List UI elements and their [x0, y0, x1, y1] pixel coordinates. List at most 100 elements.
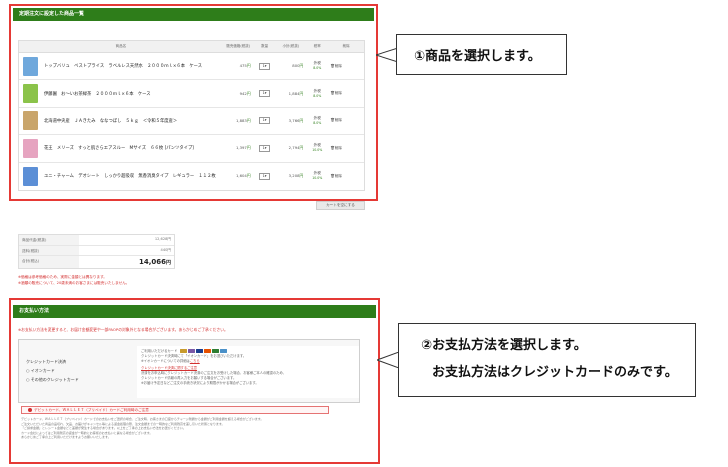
totals-row: 送料(税抜) 440円 [19, 245, 174, 257]
yen-unit: 円 [246, 90, 251, 96]
quantity-select[interactable]: 1▾ [259, 172, 271, 180]
quantity-select[interactable]: 1▾ [259, 90, 271, 98]
unit-price-value: 1,883 [235, 117, 247, 123]
card-info-text: ※イオンカードについての詳細は [141, 359, 190, 363]
delete-button[interactable]: 🗑削除 [328, 146, 364, 151]
header-subtotal: 小計(税抜) [282, 44, 300, 48]
grand-total: 14,066円 [79, 258, 174, 266]
unit-price: 1,604円 [223, 173, 254, 179]
jcb-icon [212, 349, 220, 353]
tax-cell: 外税 8.0% [306, 116, 328, 126]
empty-cart-button[interactable]: カートを空にする [316, 201, 365, 210]
product-image [23, 166, 38, 186]
product-cell[interactable]: ユニ・チャーム デオシート しっかり超吸収 無香消臭タイプ レギュラー １１２枚 [19, 166, 223, 186]
subtotal-value: 2,794 [288, 145, 300, 151]
unit-price: 942円 [223, 91, 254, 97]
product-cell[interactable]: トップバリュ ベストプライス ラベルレス天然水 ２０００ｍｌ×６本 ケース [19, 56, 223, 76]
card-brand-icons [180, 349, 228, 353]
delete-button[interactable]: 🗑削除 [328, 91, 364, 96]
product-image [23, 111, 38, 131]
totals-table: 商品代金(税抜) 12,628円 送料(税抜) 440円 合計(税込) 14,0… [18, 234, 175, 270]
fine-print: デビットカード、ＷＡＬＬＥＴ（プリペイド）カードでのお支払いをご選択の場合、ご注… [21, 417, 366, 440]
quantity-cell: 1▾ [254, 90, 276, 98]
table-row: ユニ・チャーム デオシート しっかり超吸収 無香消臭タイプ レギュラー １１２枚… [19, 163, 364, 190]
product-cell[interactable]: 花王 メリーズ すっと肌さらエアスルー Mサイズ ６６枚 [パンツタイプ] [19, 138, 223, 158]
card-info-link[interactable]: こちら [190, 359, 200, 363]
table-row: トップバリュ ベストプライス ラベルレス天然水 ２０００ｍｌ×６本 ケース 47… [19, 53, 364, 81]
quantity-cell: 1▾ [254, 62, 276, 70]
table-row: 北海道中央産 ＪＡきたみ ななつぼし ５ｋｇ ＜令和５年度産＞ 1,883円 1… [19, 108, 364, 136]
chevron-down-icon: ▾ [264, 173, 267, 178]
table-row: 花王 メリーズ すっと肌さらエアスルー Mサイズ ６６枚 [パンツタイプ] 1,… [19, 135, 364, 163]
callout-step1-text: ①商品を選択します。 [414, 49, 541, 64]
unit-price: 1,397円 [223, 145, 254, 151]
tax-type: 外税 [313, 61, 321, 66]
radio-label: イオンカード [30, 368, 55, 373]
subtotal: 2,794円 [276, 145, 307, 151]
tax-rate: 10.0% [312, 176, 323, 181]
delete-label: 削除 [334, 118, 342, 123]
product-cell[interactable]: 伊藤園 お～いお茶緑茶 ２０００ｍｌ×６本 ケース [19, 84, 223, 104]
yen-unit: 円 [299, 63, 304, 69]
subtotal-value: 3,208 [288, 173, 300, 179]
quantity-select[interactable]: 1▾ [259, 117, 271, 125]
product-cell[interactable]: 北海道中央産 ＪＡきたみ ななつぼし ５ｋｇ ＜令和５年度産＞ [19, 111, 223, 131]
totals-row: 合計(税込) 14,066円 [19, 256, 174, 269]
unit-price-value: 1,604 [235, 173, 247, 179]
product-name: 花王 メリーズ すっと肌さらエアスルー Mサイズ ６６枚 [パンツタイプ] [44, 146, 194, 152]
radio-aeon-card[interactable]: ○ イオンカード [26, 366, 79, 375]
totals-row: 商品代金(税抜) 12,628円 [19, 235, 174, 246]
callout-arrow-1 [376, 48, 398, 62]
delete-button[interactable]: 🗑削除 [328, 64, 364, 69]
radio-other-card[interactable]: ○ その他のクレジットカード [26, 375, 79, 384]
notice-text: デビットカード、ＷＡＬＬＥＴ（プリペイド）カードご利用時のご注意 [34, 408, 149, 412]
payment-options: クレジットカード決済 ○ イオンカード ○ その他のクレジットカード [26, 357, 79, 384]
cart-section-title: 定期注文に設定した商品一覧 [13, 8, 374, 21]
subtotal: 3,766円 [276, 118, 307, 124]
delete-label: 削除 [334, 145, 342, 150]
product-name: トップバリュ ベストプライス ラベルレス天然水 ２０００ｍｌ×６本 ケース [44, 64, 203, 70]
amex-icon [220, 349, 228, 353]
quantity-select[interactable]: 1▾ [259, 144, 271, 152]
mastercard-icon [204, 349, 212, 353]
table-header: 商品名 販売価格(税抜) 数量 小計(税抜) 税率 削除 [19, 41, 364, 53]
tax-rate: 8.0% [313, 66, 322, 71]
quantity-select[interactable]: 1▾ [259, 62, 271, 70]
tax-type: 外税 [313, 171, 321, 176]
chevron-down-icon: ▾ [264, 63, 267, 68]
card-info-line-2: ※イオンカードについての詳細はこちら [141, 359, 355, 364]
product-image [23, 56, 38, 76]
note-line: ※酒類の販売について、20歳未満のお客さまには販売いたしません。 [18, 281, 130, 285]
chevron-down-icon: ▾ [264, 118, 267, 123]
quantity-cell: 1▾ [254, 172, 276, 180]
payment-section-title: お支払い方法 [13, 305, 376, 318]
yen-unit: 円 [165, 260, 171, 267]
aeon-gold-icon [188, 349, 196, 353]
product-image [23, 84, 38, 104]
tax-cell: 外税 10.0% [306, 171, 328, 181]
delete-button[interactable]: 🗑削除 [328, 118, 364, 123]
subtotal: 1,884円 [276, 91, 307, 97]
totals-value: 12,628円 [154, 237, 171, 242]
payment-method-label: クレジットカード決済 [26, 359, 66, 364]
callout-step2-subtext: お支払方法はクレジットカードのみです。 [432, 365, 678, 380]
aeon-card-icon [180, 349, 188, 353]
delete-label: 削除 [334, 91, 342, 96]
callout-arrow-2 [377, 352, 399, 368]
table-row: 伊藤園 お～いお茶緑茶 ２０００ｍｌ×６本 ケース 942円 1▾ 1,884円… [19, 80, 364, 108]
yen-unit: 円 [246, 145, 251, 151]
yen-unit: 円 [246, 117, 251, 123]
subtotal-value: 1,884 [288, 90, 300, 96]
payment-method-box: クレジットカード決済 ○ イオンカード ○ その他のクレジットカード ご利用いた… [18, 339, 360, 403]
tax-cell: 外税 8.0% [306, 89, 328, 99]
delete-label: 削除 [334, 173, 342, 178]
unit-price: 475円 [223, 63, 254, 69]
unit-price: 1,883円 [223, 118, 254, 124]
header-unit-price: 販売価格(税抜) [226, 44, 251, 48]
unit-price-value: 475 [239, 63, 247, 69]
delete-label: 削除 [334, 63, 342, 68]
tax-rate: 10.0% [312, 148, 323, 153]
delete-button[interactable]: 🗑削除 [328, 174, 364, 179]
yen-unit: 円 [299, 173, 304, 179]
product-image [23, 138, 38, 158]
